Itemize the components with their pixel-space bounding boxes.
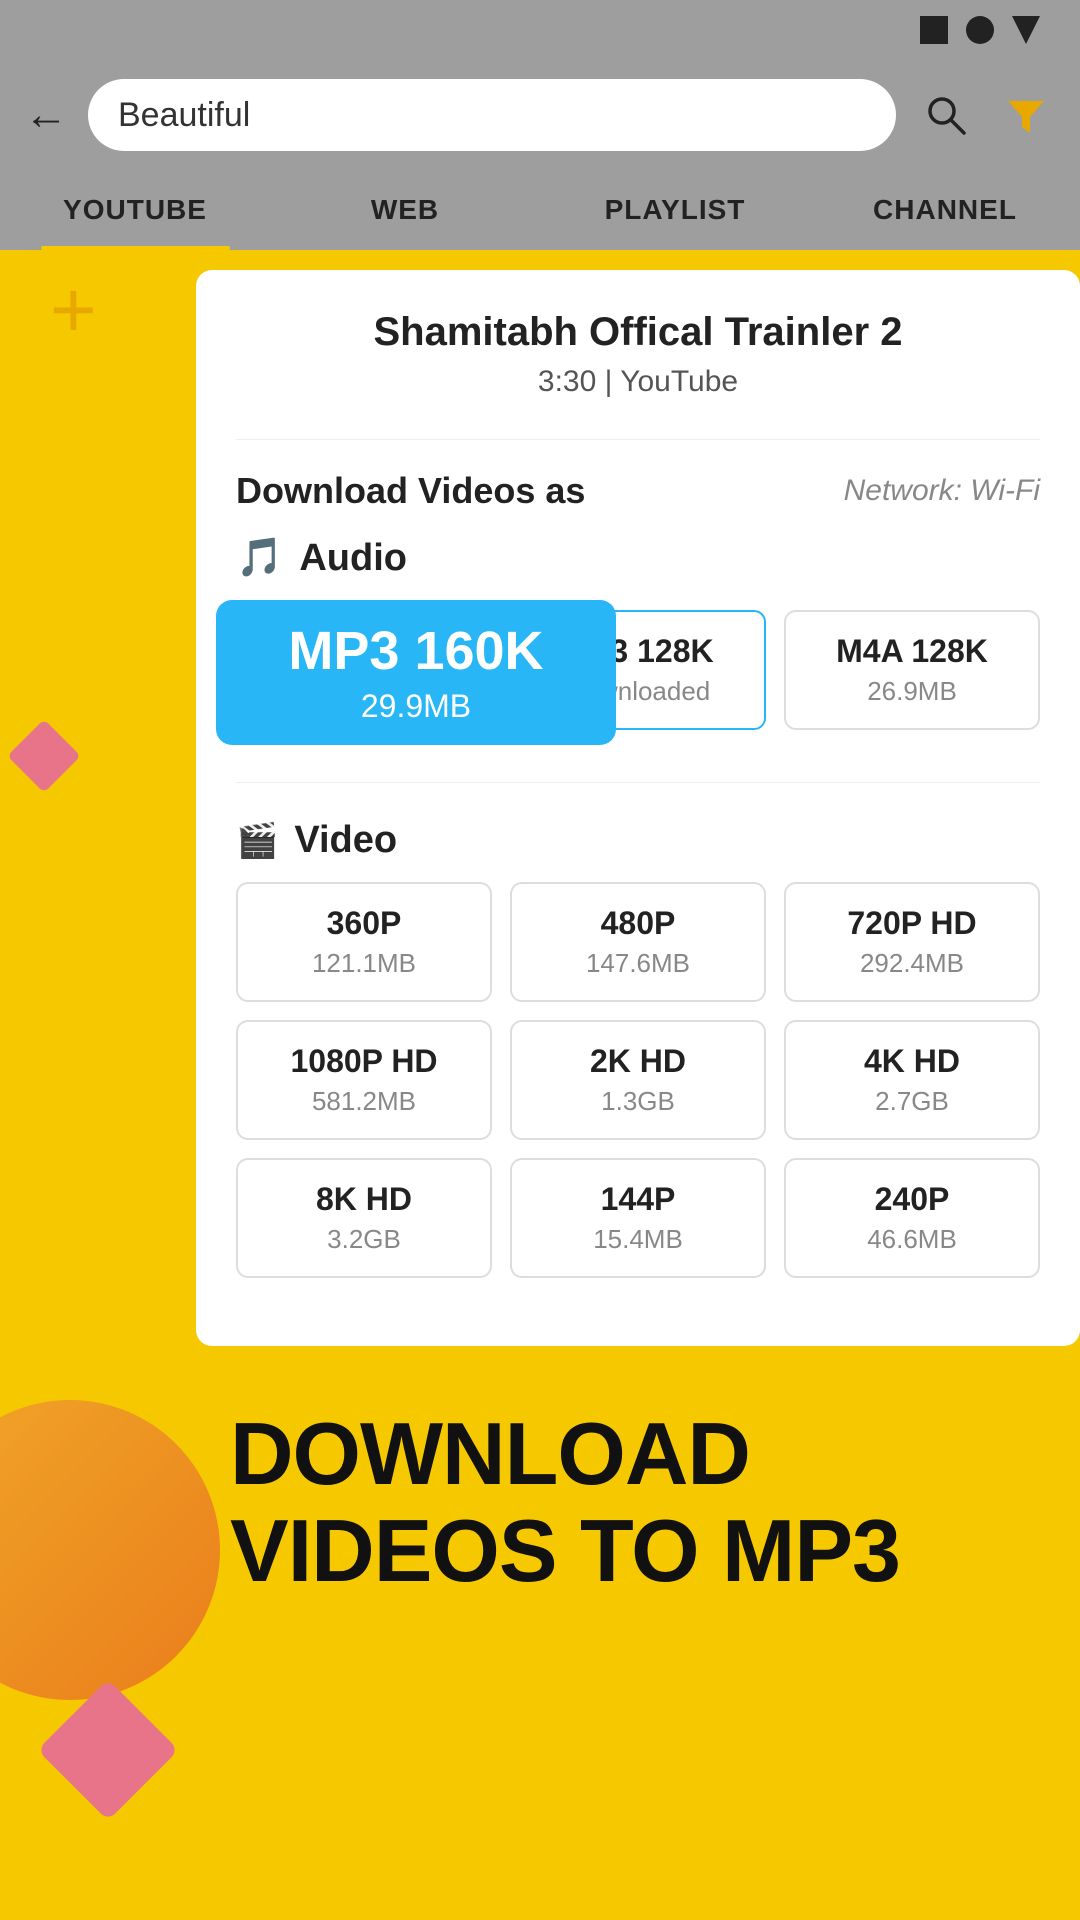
format-720p-name: 720P HD bbox=[847, 905, 976, 942]
divider-2 bbox=[236, 782, 1040, 783]
video-row-3: 8K HD 3.2GB 144P 15.4MB 240P 46.6MB bbox=[236, 1158, 1040, 1278]
video-row-1: 360P 121.1MB 480P 147.6MB 720P HD 292.4M… bbox=[236, 882, 1040, 1002]
tab-web-label: WEB bbox=[371, 194, 439, 226]
format-240p-size: 46.6MB bbox=[867, 1224, 957, 1255]
format-1080p-size: 581.2MB bbox=[312, 1086, 416, 1117]
format-720p-hd[interactable]: 720P HD 292.4MB bbox=[784, 882, 1040, 1002]
format-2k-name: 2K HD bbox=[590, 1043, 686, 1080]
status-icon-square bbox=[920, 16, 948, 44]
tab-youtube-label: YOUTUBE bbox=[63, 194, 207, 226]
white-card: Shamitabh Offical Trainler 2 3:30 | YouT… bbox=[196, 270, 1080, 1346]
promo-line1: DOWNLOAD VIDEOS TO MP3 bbox=[230, 1406, 1000, 1600]
network-label: Network: Wi-Fi bbox=[844, 474, 1040, 508]
audio-title-row: 🎵 Audio bbox=[236, 536, 1040, 580]
format-720p-size: 292.4MB bbox=[860, 948, 964, 979]
header-bar: ← Beautiful bbox=[0, 60, 1080, 170]
format-360p[interactable]: 360P 121.1MB bbox=[236, 882, 492, 1002]
format-8k-size: 3.2GB bbox=[327, 1224, 401, 1255]
video-title-row: 🎬 Video bbox=[236, 819, 1040, 862]
format-mp3-160k-highlighted[interactable]: MP3 160K 29.9MB bbox=[216, 600, 616, 745]
status-icon-circle bbox=[966, 16, 994, 44]
status-bar bbox=[0, 0, 1080, 60]
audio-formats-container: MP3 70K 15.4MB ↓ MP3 128K Downloaded bbox=[236, 600, 1040, 750]
divider-1 bbox=[236, 439, 1040, 440]
format-m4a-128k-size: 26.9MB bbox=[867, 676, 957, 707]
format-m4a-128k[interactable]: M4A 128K 26.9MB bbox=[784, 610, 1040, 730]
format-2k-size: 1.3GB bbox=[601, 1086, 675, 1117]
format-480p-name: 480P bbox=[601, 905, 676, 942]
format-1080p-name: 1080P HD bbox=[290, 1043, 437, 1080]
format-240p-name: 240P bbox=[875, 1181, 950, 1218]
format-8k-name: 8K HD bbox=[316, 1181, 412, 1218]
search-bar[interactable]: Beautiful bbox=[88, 79, 896, 151]
search-icon-button[interactable] bbox=[916, 85, 976, 145]
tab-playlist[interactable]: PLAYLIST bbox=[540, 170, 810, 250]
video-row-2: 1080P HD 581.2MB 2K HD 1.3GB 4K HD 2.7GB bbox=[236, 1020, 1040, 1140]
promo-section: DOWNLOAD VIDEOS TO MP3 bbox=[0, 1346, 1080, 1660]
search-value: Beautiful bbox=[118, 96, 250, 135]
format-4k-size: 2.7GB bbox=[875, 1086, 949, 1117]
download-label: Download Videos as bbox=[236, 470, 585, 512]
tab-web[interactable]: WEB bbox=[270, 170, 540, 250]
tab-youtube[interactable]: YOUTUBE bbox=[0, 170, 270, 250]
format-mp3-160k-name: MP3 160K bbox=[288, 620, 543, 682]
search-icon bbox=[924, 93, 968, 137]
format-480p-size: 147.6MB bbox=[586, 948, 690, 979]
status-icon-triangle bbox=[1012, 16, 1040, 44]
audio-section-title: Audio bbox=[299, 537, 407, 580]
format-8k-hd[interactable]: 8K HD 3.2GB bbox=[236, 1158, 492, 1278]
format-4k-hd[interactable]: 4K HD 2.7GB bbox=[784, 1020, 1040, 1140]
audio-section: 🎵 Audio MP3 70K 15.4MB bbox=[236, 536, 1040, 750]
format-144p-size: 15.4MB bbox=[593, 1224, 683, 1255]
format-2k-hd[interactable]: 2K HD 1.3GB bbox=[510, 1020, 766, 1140]
format-480p[interactable]: 480P 147.6MB bbox=[510, 882, 766, 1002]
tab-playlist-label: PLAYLIST bbox=[605, 194, 746, 226]
format-144p[interactable]: 144P 15.4MB bbox=[510, 1158, 766, 1278]
video-icon: 🎬 bbox=[236, 821, 278, 861]
format-360p-name: 360P bbox=[327, 905, 402, 942]
format-144p-name: 144P bbox=[601, 1181, 676, 1218]
filter-icon bbox=[1004, 93, 1048, 137]
format-240p[interactable]: 240P 46.6MB bbox=[784, 1158, 1040, 1278]
video-section: 🎬 Video 360P 121.1MB 480P 147.6MB 720P H… bbox=[236, 819, 1040, 1278]
tab-channel[interactable]: CHANNEL bbox=[810, 170, 1080, 250]
download-card: Shamitabh Offical Trainler 2 3:30 | YouT… bbox=[0, 250, 1080, 1660]
video-title: Shamitabh Offical Trainler 2 bbox=[236, 310, 1040, 355]
video-section-title: Video bbox=[294, 819, 397, 862]
filter-icon-button[interactable] bbox=[996, 85, 1056, 145]
format-m4a-128k-name: M4A 128K bbox=[836, 633, 988, 670]
main-content: + Shamitabh Offical Trainler 2 3:30 | Yo… bbox=[0, 250, 1080, 1920]
format-360p-size: 121.1MB bbox=[312, 948, 416, 979]
tabs-bar: YOUTUBE WEB PLAYLIST CHANNEL bbox=[0, 170, 1080, 250]
format-1080p-hd[interactable]: 1080P HD 581.2MB bbox=[236, 1020, 492, 1140]
audio-icon: 🎵 bbox=[236, 536, 283, 580]
format-mp3-160k-size: 29.9MB bbox=[361, 688, 471, 725]
video-meta: 3:30 | YouTube bbox=[236, 365, 1040, 399]
format-4k-name: 4K HD bbox=[864, 1043, 960, 1080]
tab-channel-label: CHANNEL bbox=[873, 194, 1017, 226]
back-button[interactable]: ← bbox=[24, 93, 68, 137]
download-section-header: Download Videos as Network: Wi-Fi bbox=[236, 470, 1040, 512]
